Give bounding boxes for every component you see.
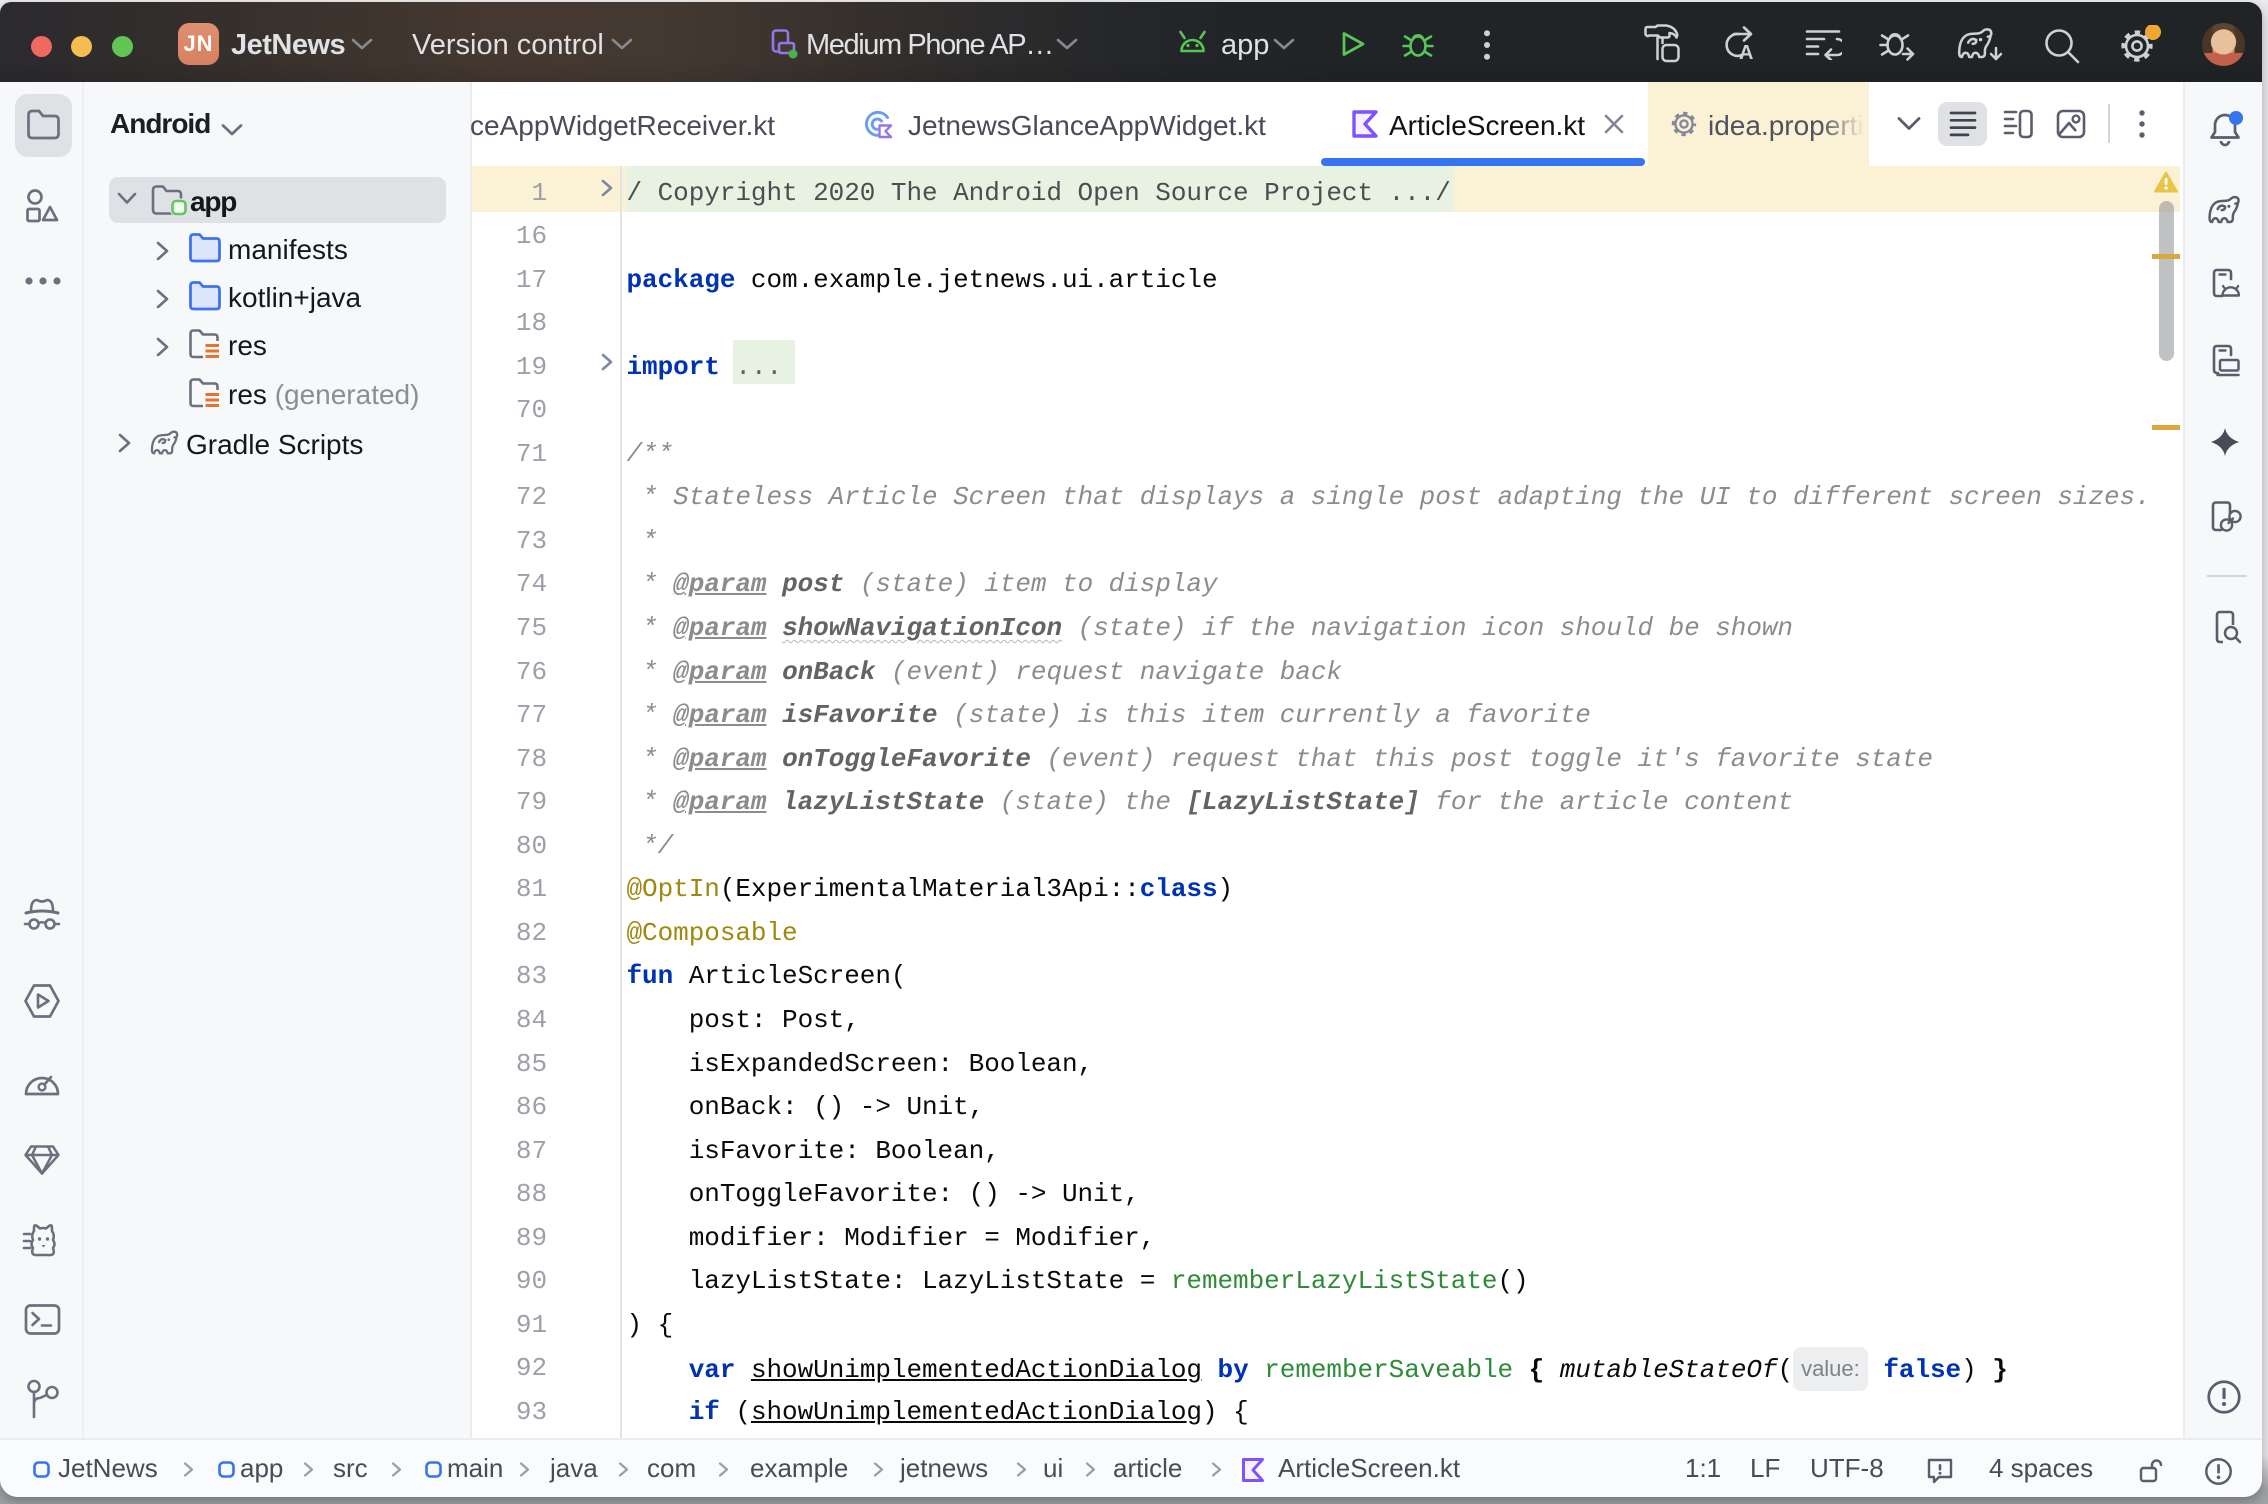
svg-text:A: A (1739, 42, 1753, 64)
